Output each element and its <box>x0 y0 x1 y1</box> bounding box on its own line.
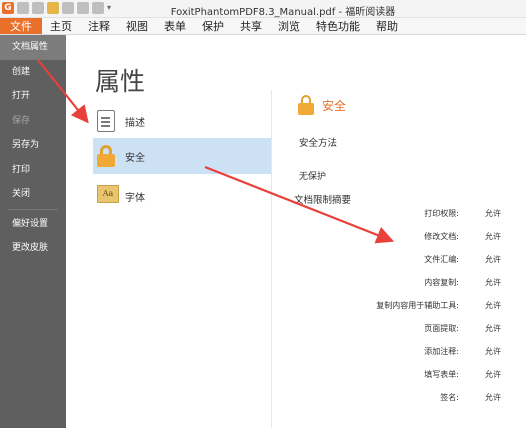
description-icon <box>97 110 115 132</box>
lock-icon <box>97 145 115 167</box>
backstage-sidebar: 文档属性 创建 打开 保存 另存为 打印 关闭 偏好设置 更改皮肤 <box>0 35 66 428</box>
permission-value: 允许 <box>485 347 501 356</box>
category-security[interactable]: 安全 <box>93 138 271 174</box>
permission-value: 允许 <box>485 278 501 287</box>
sidebar-item-change-skin[interactable]: 更改皮肤 <box>0 236 66 261</box>
sidebar-item-close[interactable]: 关闭 <box>0 182 66 207</box>
panel-divider <box>271 90 272 428</box>
category-label: 描述 <box>125 117 145 129</box>
menu-comment[interactable]: 注释 <box>80 18 118 34</box>
sidebar-item-save[interactable]: 保存 <box>0 109 66 134</box>
sidebar-item-document-properties[interactable]: 文档属性 <box>0 35 66 60</box>
menu-browse[interactable]: 浏览 <box>270 18 308 34</box>
permission-value: 允许 <box>485 370 501 379</box>
permission-label: 修改文档: <box>424 232 459 241</box>
category-fonts[interactable]: Aa 字体 <box>93 178 271 214</box>
permission-value: 允许 <box>485 393 501 402</box>
permission-label: 填写表单: <box>424 370 459 379</box>
security-title: 安全 <box>322 98 347 113</box>
permission-row: 复制内容用于辅助工具: 允许 <box>346 300 521 314</box>
permission-label: 文件汇编: <box>424 255 459 264</box>
menu-features[interactable]: 特色功能 <box>308 18 368 34</box>
security-method-label: 安全方法 <box>299 138 338 149</box>
ribbon-menu: 文件 主页 注释 视图 表单 保护 共享 浏览 特色功能 帮助 <box>0 18 526 35</box>
permission-label: 签名: <box>440 393 459 402</box>
security-method-value: 无保护 <box>299 172 327 182</box>
category-label: 安全 <box>125 152 145 164</box>
menu-view[interactable]: 视图 <box>118 18 156 34</box>
window-title: FoxitPhantomPDF8.3_Manual.pdf - 福昕阅读器 <box>170 7 396 18</box>
permission-label: 复制内容用于辅助工具: <box>376 301 459 310</box>
category-label: 字体 <box>125 192 145 204</box>
permission-row: 填写表单: 允许 <box>346 369 521 383</box>
permission-value: 允许 <box>485 209 501 218</box>
lock-icon <box>298 95 314 115</box>
menu-protect[interactable]: 保护 <box>194 18 232 34</box>
permission-value: 允许 <box>485 255 501 264</box>
permission-label: 添加注释: <box>424 347 459 356</box>
permission-row: 页面提取: 允许 <box>346 323 521 337</box>
permission-label: 内容复制: <box>424 278 459 287</box>
permission-row: 内容复制: 允许 <box>346 277 521 291</box>
menu-share[interactable]: 共享 <box>232 18 270 34</box>
title-bar: G ▾ FoxitPhantomPDF8.3_Manual.pdf - 福昕阅读… <box>0 0 526 18</box>
menu-file[interactable]: 文件 <box>0 18 42 34</box>
permission-value: 允许 <box>485 324 501 333</box>
menu-form[interactable]: 表单 <box>156 18 194 34</box>
page-title: 属性 <box>95 67 146 96</box>
permission-row: 签名: 允许 <box>346 392 521 406</box>
menu-home[interactable]: 主页 <box>42 18 80 34</box>
permission-label: 页面提取: <box>424 324 459 333</box>
menu-help[interactable]: 帮助 <box>368 18 406 34</box>
permission-value: 允许 <box>485 232 501 241</box>
sidebar-item-print[interactable]: 打印 <box>0 158 66 183</box>
sidebar-item-open[interactable]: 打开 <box>0 84 66 109</box>
properties-panel: 属性 描述 安全 Aa 字体 安全 安全方法 无保护 文档限制摘要 打印权限: … <box>66 35 526 428</box>
permission-value: 允许 <box>485 301 501 310</box>
permission-row: 文件汇编: 允许 <box>346 254 521 268</box>
category-description[interactable]: 描述 <box>93 103 271 139</box>
sidebar-item-create[interactable]: 创建 <box>0 60 66 85</box>
sidebar-item-preferences[interactable]: 偏好设置 <box>0 212 66 237</box>
sidebar-divider <box>8 208 58 210</box>
permission-row: 添加注释: 允许 <box>346 346 521 360</box>
sidebar-item-save-as[interactable]: 另存为 <box>0 133 66 158</box>
restrictions-summary-title: 文档限制摘要 <box>294 195 352 206</box>
permission-label: 打印权限: <box>424 209 459 218</box>
permission-row: 修改文档: 允许 <box>346 231 521 245</box>
font-icon: Aa <box>97 185 119 203</box>
permission-row: 打印权限: 允许 <box>346 208 521 222</box>
security-header: 安全 <box>298 95 346 115</box>
